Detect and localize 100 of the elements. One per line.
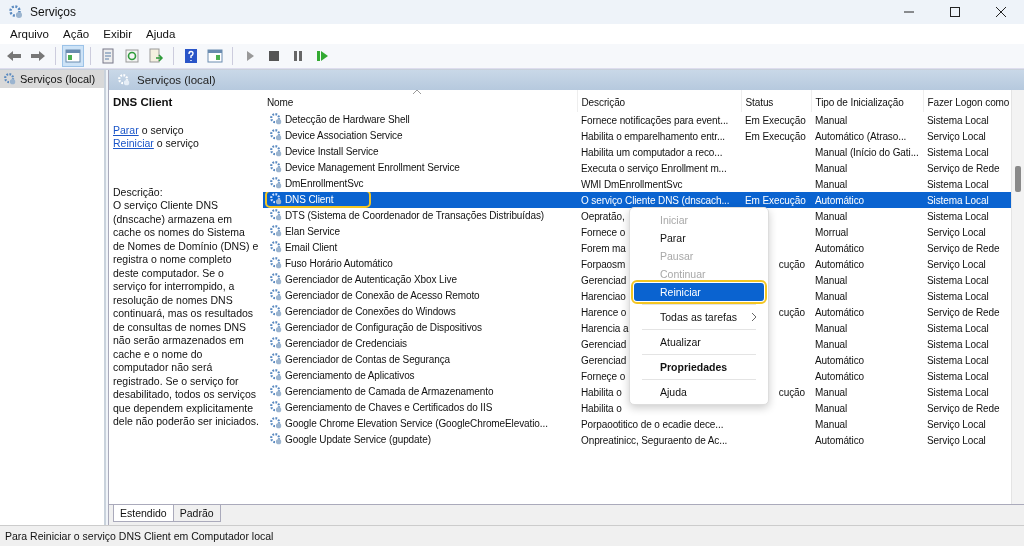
gear-icon [269, 304, 283, 318]
export-icon[interactable] [146, 46, 166, 66]
menu-item[interactable]: Parar [634, 229, 764, 247]
table-cell: Automático [815, 354, 865, 366]
table-cell: Forpaosm [581, 258, 626, 270]
service-name[interactable]: DNS Client [285, 193, 334, 205]
service-name[interactable]: Gerenciador de Autenticação Xbox Live [285, 273, 457, 285]
service-name[interactable]: Device Association Service [285, 129, 403, 141]
menu-item[interactable]: Ação [63, 28, 90, 40]
action-text: o serviço [141, 124, 184, 136]
menu-item[interactable]: Arquivo [10, 28, 49, 40]
column-header[interactable]: Nome [263, 90, 577, 112]
gear-icon [269, 256, 283, 270]
table-cell: WMI DmEnrollmentSvc [581, 178, 683, 190]
service-name[interactable]: Gerenciador de Contas de Segurança [285, 353, 451, 365]
column-header[interactable]: Descrição [577, 90, 741, 112]
menu-item[interactable]: Propriedades [634, 358, 764, 376]
service-name[interactable]: Gerenciador de Credenciais [285, 337, 407, 349]
maximize-icon[interactable] [950, 7, 960, 17]
table-cell: Em Execução [745, 114, 806, 126]
gear-icon [269, 160, 283, 174]
description-label: Descrição: [113, 186, 164, 199]
gear-icon [269, 176, 283, 190]
service-name[interactable]: Gerenciador de Configuração de Dispositivos [285, 321, 482, 333]
close-icon[interactable] [996, 7, 1006, 17]
service-name[interactable]: Device Management Enrollment Service [285, 161, 460, 173]
service-name[interactable]: Gerenciador de Conexões do Windows [285, 305, 456, 317]
menu-item[interactable]: Exibir [103, 28, 132, 40]
gear-icon [269, 192, 283, 206]
service-name[interactable]: DmEnrollmentSvc [285, 177, 364, 189]
table-cell: Manual [815, 210, 848, 222]
table-cell: Automático [815, 434, 865, 446]
column-header[interactable]: Status [741, 90, 811, 112]
table-cell: Sistema Local [927, 178, 989, 190]
table-cell: Gerenciad [581, 274, 627, 286]
table-cell: Manual [815, 386, 848, 398]
gear-icon [269, 272, 283, 286]
gear-icon [269, 384, 283, 398]
table-cell: Serviço de Rede [927, 162, 1000, 174]
service-name[interactable]: Gerenciador de Conexão de Acesso Remoto [285, 289, 480, 301]
service-name[interactable]: Gerenciamento de Camada de Armazenamento [285, 385, 494, 397]
table-cell: Morrual [815, 226, 849, 238]
action-link[interactable]: Parar [113, 124, 139, 136]
description-text: O serviço Cliente DNS (dnscache) armazena em cache os nomes do Sistema de Nomes de Domínio (DNS) e registra o nome completo deste computador. Se o serviço for interrompido, a resolução de nomes DNS continuará, mas os resultados de consultas de nomes DNS não serão armazenados em cache e o nome do computador não será registrado. Se o serviço for desabilitado, todos os serviços que dependem explicitamente dele não poderão ser iniciados. [113, 199, 259, 429]
service-name[interactable]: Gerenciamento de Aplicativos [285, 369, 415, 381]
service-name[interactable]: Gerenciamento de Chaves e Certificados do IIS [285, 401, 493, 413]
console-tree-icon[interactable] [63, 46, 83, 66]
table-cell: Manual (Início do Gati... [815, 146, 919, 158]
table-cell: Serviço de Rede [927, 402, 1000, 414]
table-cell: Manual [815, 162, 848, 174]
table-cell: Sistema Local [927, 290, 989, 302]
table-cell: cução [778, 306, 805, 318]
gear-icon [269, 336, 283, 350]
column-header[interactable]: Tipo de Inicialização [811, 90, 923, 112]
window-title: Serviços [30, 5, 76, 19]
table-cell: Manual [815, 322, 848, 334]
table-cell: Manual [815, 418, 848, 430]
chevron-icon [752, 313, 756, 321]
gear-icon [269, 128, 283, 142]
service-name[interactable]: Fuso Horário Automático [285, 257, 393, 269]
menu-item[interactable]: Ajuda [146, 28, 176, 40]
scrollbar[interactable] [1011, 90, 1024, 504]
scrollbar-thumb[interactable] [1015, 166, 1021, 192]
service-name[interactable]: Device Install Service [285, 145, 379, 157]
table-cell: Harencia a [581, 322, 629, 334]
menu-item[interactable]: Atualizar [634, 333, 764, 351]
action-link[interactable]: Reiniciar [113, 137, 154, 149]
view-tab[interactable]: Padrão [172, 505, 221, 522]
table-cell: Serviço Local [927, 226, 986, 238]
gear-icon [8, 4, 24, 20]
table-cell: Forem ma [581, 242, 626, 254]
service-title: DNS Client [113, 96, 174, 108]
gear-icon [269, 112, 283, 126]
table-cell: Sistema Local [927, 386, 989, 398]
service-name[interactable]: DTS (Sistema de Coordenador de Transações Distribuídas) [285, 209, 545, 221]
service-name[interactable]: Elan Service [285, 225, 340, 237]
menu-item[interactable]: Ajuda [634, 383, 764, 401]
table-cell: Executa o serviço Enrollment m... [581, 162, 727, 174]
table-cell: Porpaootitico de o ecadie dece... [581, 418, 724, 430]
table-cell: Habilita o emparelhamento entr... [581, 130, 725, 142]
menu-item[interactable]: Reiniciar [634, 283, 764, 301]
gear-icon [269, 224, 283, 238]
table-cell: Manual [815, 402, 848, 414]
table-cell: Forneçe o [581, 370, 626, 382]
action-pane-icon[interactable] [205, 46, 225, 66]
table-cell: Serviço Local [927, 434, 986, 446]
pane-title: Serviços (local) [137, 74, 216, 86]
refresh-icon[interactable] [122, 46, 142, 66]
table-cell: Harenciao [581, 290, 626, 302]
gear-icon [269, 416, 283, 430]
service-name[interactable]: Google Update Service (gupdate) [285, 433, 431, 445]
table-cell: Serviço de Rede [927, 306, 1000, 318]
tree-item[interactable]: Serviços (local) [0, 70, 104, 88]
table-cell: Manual [815, 178, 848, 190]
service-name[interactable]: Google Chrome Elevation Service (GoogleChromeElevatio... [285, 417, 548, 429]
service-name[interactable]: Detecção de Hardware Shell [285, 113, 410, 125]
table-cell: cução [778, 386, 805, 398]
view-tab[interactable]: Estendido [113, 505, 174, 522]
menu-item[interactable]: Todas as tarefas [634, 308, 764, 326]
service-name[interactable]: Email Client [285, 241, 338, 253]
